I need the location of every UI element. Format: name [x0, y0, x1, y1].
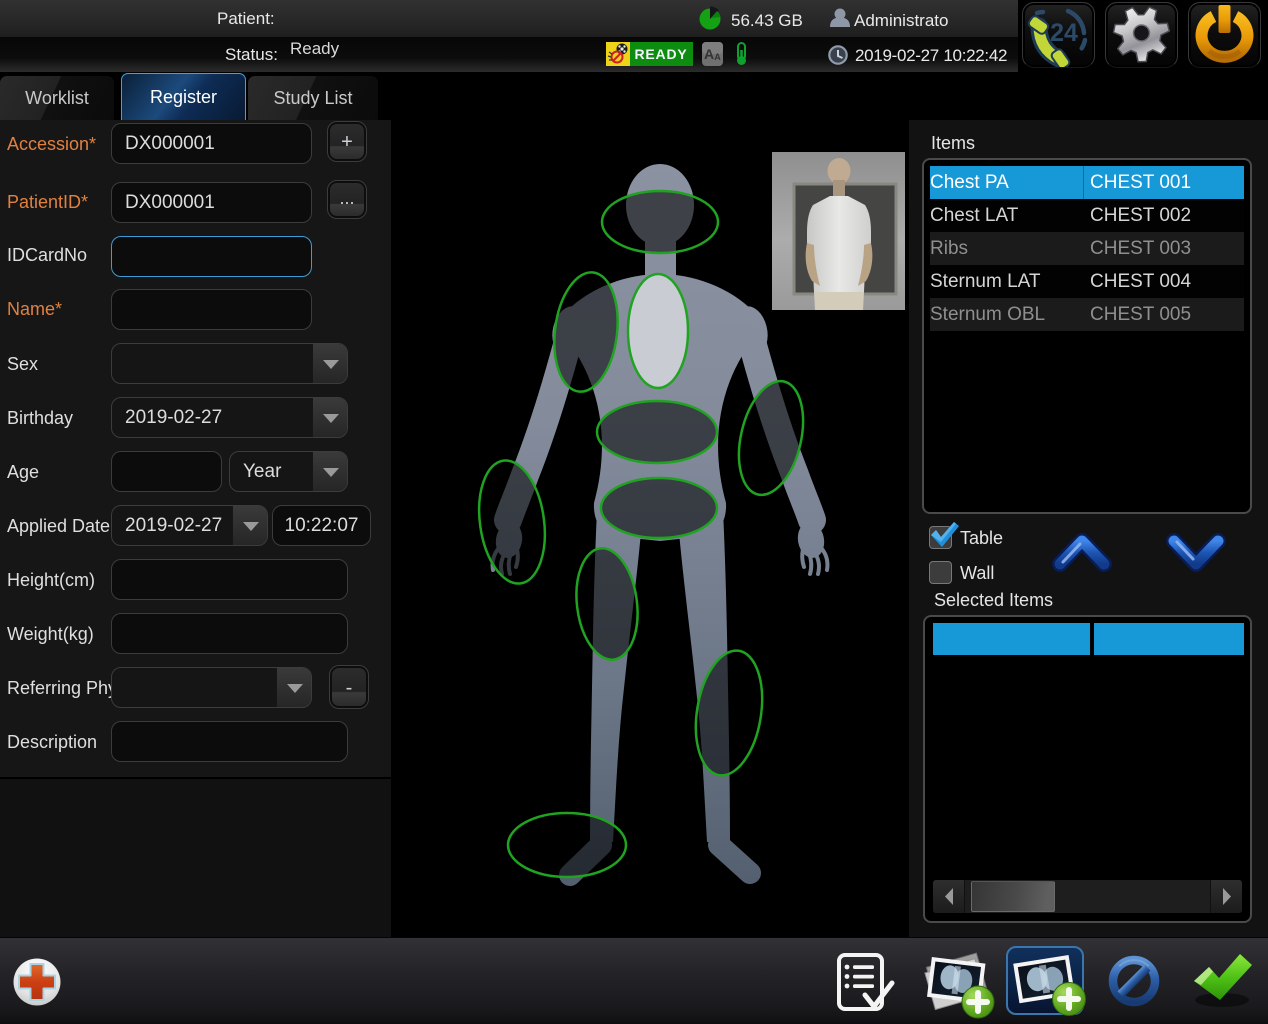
svg-text:READY: READY — [634, 46, 687, 62]
svg-text:A: A — [714, 52, 721, 62]
svg-text:A: A — [704, 46, 714, 62]
svg-text:24: 24 — [1050, 19, 1078, 47]
